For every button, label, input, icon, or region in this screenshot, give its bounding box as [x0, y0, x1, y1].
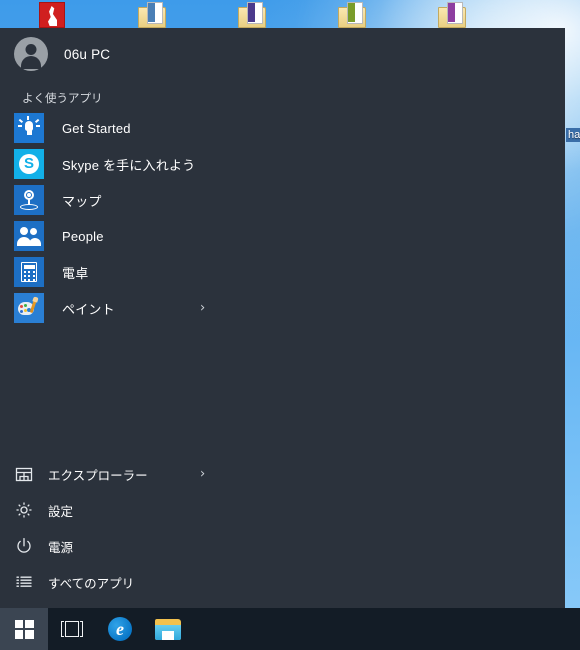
user-account-row[interactable]: 06u PC — [0, 28, 565, 80]
desktop-icon-adobe-reader[interactable] — [24, 2, 80, 30]
app-item-skype[interactable]: S Skype を手に入れよう — [0, 146, 565, 182]
start-menu-bottom-links: エクスプローラー › 設定 電源 すべてのアプリ — [0, 456, 565, 600]
menu-item-power[interactable]: 電源 — [0, 528, 565, 564]
pdf-icon — [39, 2, 65, 28]
app-label: ペイント — [62, 301, 115, 317]
menu-item-all-apps[interactable]: すべてのアプリ — [0, 564, 565, 600]
document-icon — [438, 2, 466, 28]
document-icon — [238, 2, 266, 28]
document-icon — [138, 2, 166, 28]
power-icon — [14, 536, 34, 556]
skype-icon: S — [14, 149, 44, 179]
app-item-paint[interactable]: ペイント › — [0, 290, 565, 326]
all-apps-list-icon — [14, 572, 34, 592]
lightbulb-icon — [14, 113, 44, 143]
paint-palette-icon — [14, 293, 44, 323]
app-label: Skype を手に入れよう — [62, 157, 196, 173]
document-icon — [338, 2, 366, 28]
gear-icon — [14, 500, 34, 520]
app-item-people[interactable]: People — [0, 218, 565, 254]
task-view-button[interactable] — [48, 608, 96, 650]
desktop-icon-document-3[interactable] — [324, 2, 380, 30]
app-label: 電卓 — [62, 265, 89, 281]
app-label: People — [62, 228, 104, 244]
desktop-icon-label-clipped: har — [566, 128, 580, 142]
task-view-icon — [61, 621, 83, 637]
avatar[interactable] — [14, 37, 48, 71]
chevron-right-icon[interactable]: › — [200, 467, 205, 482]
file-explorer-icon — [155, 618, 181, 640]
people-icon — [14, 221, 44, 251]
start-menu-panel: 06u PC よく使うアプリ Get Started S Skype を手に入れ… — [0, 28, 565, 608]
file-explorer-button[interactable] — [144, 608, 192, 650]
user-name: 06u PC — [64, 46, 111, 62]
edge-icon: e — [108, 617, 132, 641]
menu-item-label: 電源 — [48, 540, 74, 555]
desktop-icon-document-4[interactable] — [424, 2, 480, 30]
windows-logo-icon — [14, 619, 34, 639]
menu-item-label: エクスプローラー — [48, 468, 148, 483]
file-explorer-icon — [14, 464, 34, 484]
app-item-get-started[interactable]: Get Started — [0, 110, 565, 146]
edge-button[interactable]: e — [96, 608, 144, 650]
menu-item-settings[interactable]: 設定 — [0, 492, 565, 528]
app-label: マップ — [62, 193, 102, 209]
app-label: Get Started — [62, 120, 131, 136]
start-button[interactable] — [0, 608, 48, 650]
menu-item-label: すべてのアプリ — [48, 576, 135, 591]
chevron-right-icon[interactable]: › — [200, 301, 205, 316]
desktop-icon-document-2[interactable] — [224, 2, 280, 30]
most-used-app-list: Get Started S Skype を手に入れよう マップ People 電… — [0, 110, 565, 326]
app-item-maps[interactable]: マップ — [0, 182, 565, 218]
taskbar: e — [0, 608, 580, 650]
menu-item-label: 設定 — [48, 504, 74, 519]
calculator-icon — [14, 257, 44, 287]
most-used-section-header: よく使うアプリ — [22, 93, 103, 105]
menu-item-file-explorer[interactable]: エクスプローラー › — [0, 456, 565, 492]
desktop-icon-document-1[interactable] — [124, 2, 180, 30]
app-item-calculator[interactable]: 電卓 — [0, 254, 565, 290]
maps-pin-icon — [14, 185, 44, 215]
